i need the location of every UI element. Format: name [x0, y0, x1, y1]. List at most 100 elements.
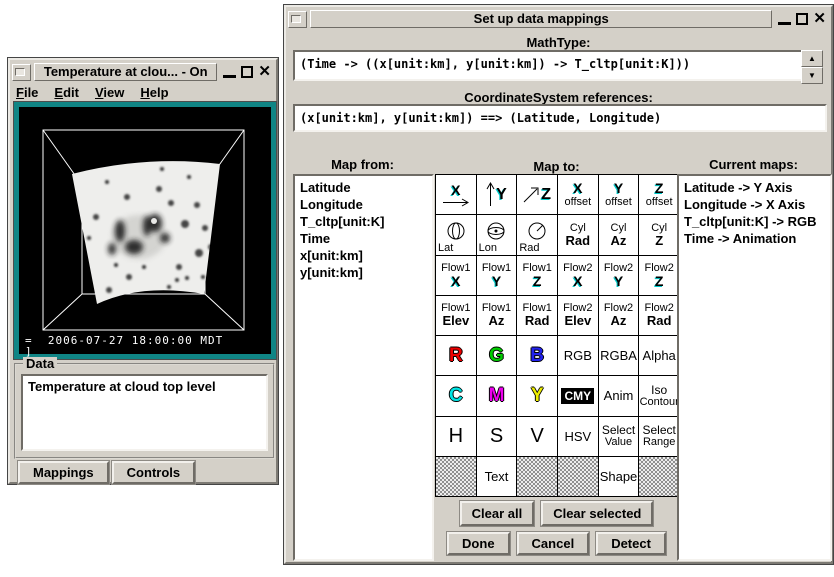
window-menu-icon[interactable]	[12, 64, 31, 81]
action-button-row: Done Cancel Detect	[435, 532, 678, 555]
mapto-cell-disabled	[517, 457, 557, 496]
mapto-cell-rad[interactable]: Rad	[517, 215, 557, 254]
mapto-cell-x[interactable]: X	[436, 175, 476, 214]
mapto-cell-select-range[interactable]: SelectRange	[639, 417, 679, 456]
mathtype-label: MathType:	[286, 35, 831, 50]
window-menu-icon[interactable]	[288, 11, 307, 28]
data-group: Data Temperature at cloud top level	[14, 363, 275, 459]
done-button[interactable]: Done	[447, 532, 510, 555]
map-from-list[interactable]: LatitudeLongitudeT_cltp[unit:K]Timex[uni…	[293, 174, 434, 561]
scroll-down-icon[interactable]: ▼	[801, 67, 823, 84]
mapto-cell-y-offset[interactable]: Yoffset	[599, 175, 639, 214]
mapto-cell-cyl-az[interactable]: CylAz	[599, 215, 639, 254]
mapto-cell-iso-contour[interactable]: IsoContour	[639, 376, 679, 415]
mapto-cell-flow1-x[interactable]: Flow1X	[436, 256, 476, 295]
dialog-titlebar: Set up data mappings ✕	[288, 9, 829, 29]
mapto-cell-z-offset[interactable]: Zoffset	[639, 175, 679, 214]
list-item[interactable]: x[unit:km]	[300, 247, 427, 264]
menu-item-view[interactable]: View	[95, 85, 124, 100]
list-item[interactable]: Time	[300, 230, 427, 247]
mapto-cell-flow2-elev[interactable]: Flow2Elev	[558, 296, 598, 335]
mappings-dialog: Set up data mappings ✕ MathType: (Time -…	[284, 5, 833, 564]
mapto-cell-g[interactable]: G	[477, 336, 517, 375]
list-item[interactable]: y[unit:km]	[300, 264, 427, 281]
close-icon[interactable]: ✕	[258, 64, 271, 80]
mapto-cell-disabled	[558, 457, 598, 496]
dialog-window-controls: ✕	[775, 11, 829, 27]
current-maps-label: Current maps:	[677, 157, 830, 172]
mapto-cell-rgb[interactable]: RGB	[558, 336, 598, 375]
list-item[interactable]: Time -> Animation	[684, 230, 825, 247]
mappings-button[interactable]: Mappings	[18, 461, 109, 484]
mapto-cell-z[interactable]: Z	[517, 175, 557, 214]
mapto-cell-flow2-z[interactable]: Flow2Z	[639, 256, 679, 295]
mapto-cell-text[interactable]: Text	[477, 457, 517, 496]
mapto-cell-flow2-y[interactable]: Flow2Y	[599, 256, 639, 295]
data-group-title: Data	[23, 357, 57, 371]
mapto-cell-y[interactable]: Y	[477, 175, 517, 214]
mapto-cell-flow1-rad[interactable]: Flow1Rad	[517, 296, 557, 335]
mapto-cell-cyl-z[interactable]: CylZ	[639, 215, 679, 254]
cancel-button[interactable]: Cancel	[517, 532, 590, 555]
mapto-cell-cyl-rad[interactable]: CylRad	[558, 215, 598, 254]
current-maps-list[interactable]: Latitude -> Y AxisLongitude -> X AxisT_c…	[677, 174, 832, 561]
3d-view-canvas[interactable]: = 2006-07-27 18:00:00 MDT ]	[14, 102, 276, 359]
desktop: Temperature at clou... - On ✕ File Edit Vi…	[0, 0, 834, 577]
list-item[interactable]: T_cltp[unit:K]	[300, 213, 427, 230]
mapto-cell-anim[interactable]: Anim	[599, 376, 639, 415]
mapto-cell-cmy[interactable]: CMY	[558, 376, 598, 415]
menu-item-edit[interactable]: Edit	[54, 85, 79, 100]
close-icon[interactable]: ✕	[813, 11, 826, 27]
mathtype-field[interactable]: (Time -> ((x[unit:km], y[unit:km]) -> T_…	[293, 50, 803, 81]
mapto-cell-m[interactable]: M	[477, 376, 517, 415]
viewer-buttons: Mappings Controls	[18, 461, 195, 484]
mapto-cell-flow1-az[interactable]: Flow1Az	[477, 296, 517, 335]
mapto-cell-shape[interactable]: Shape	[599, 457, 639, 496]
clear-all-button[interactable]: Clear all	[460, 501, 535, 526]
mapto-cell-r[interactable]: R	[436, 336, 476, 375]
maximize-icon[interactable]	[796, 13, 808, 25]
mapto-cell-flow1-z[interactable]: Flow1Z	[517, 256, 557, 295]
3d-wireframe-plot	[19, 107, 271, 354]
mapto-cell-y[interactable]: Y	[517, 376, 557, 415]
list-item[interactable]: Longitude	[300, 196, 427, 213]
maximize-icon[interactable]	[241, 66, 253, 78]
mapto-cell-lon[interactable]: Lon	[477, 215, 517, 254]
coordsys-label: CoordinateSystem references:	[286, 90, 831, 105]
list-item[interactable]: Latitude -> Y Axis	[684, 179, 825, 196]
mapto-cell-flow1-y[interactable]: Flow1Y	[477, 256, 517, 295]
minimize-icon[interactable]	[778, 22, 791, 25]
mapto-cell-c[interactable]: C	[436, 376, 476, 415]
mapto-cell-s[interactable]: S	[477, 417, 517, 456]
mapto-cell-alpha[interactable]: Alpha	[639, 336, 679, 375]
mapto-cell-b[interactable]: B	[517, 336, 557, 375]
minimize-icon[interactable]	[223, 75, 236, 78]
mapto-cell-x-offset[interactable]: Xoffset	[558, 175, 598, 214]
map-to-label: Map to:	[435, 159, 678, 174]
coordsys-field[interactable]: (x[unit:km], y[unit:km]) ==> (Latitude, …	[293, 104, 827, 132]
scroll-up-icon[interactable]: ▲	[801, 50, 823, 67]
detect-button[interactable]: Detect	[596, 532, 666, 555]
mapto-cell-hsv[interactable]: HSV	[558, 417, 598, 456]
mapto-cell-select-value[interactable]: SelectValue	[599, 417, 639, 456]
map-from-label: Map from:	[293, 157, 432, 172]
list-item[interactable]: Latitude	[300, 179, 427, 196]
mapto-cell-v[interactable]: V	[517, 417, 557, 456]
mapto-cell-disabled	[436, 457, 476, 496]
list-item[interactable]: Longitude -> X Axis	[684, 196, 825, 213]
mapto-cell-h[interactable]: H	[436, 417, 476, 456]
mapto-cell-flow2-az[interactable]: Flow2Az	[599, 296, 639, 335]
mapto-cell-flow2-rad[interactable]: Flow2Rad	[639, 296, 679, 335]
menu-item-file[interactable]: File	[16, 85, 38, 100]
data-description-field[interactable]: Temperature at cloud top level	[21, 374, 268, 451]
menu-item-help[interactable]: Help	[140, 85, 168, 100]
clear-selected-button[interactable]: Clear selected	[541, 501, 653, 526]
mapto-cell-flow1-elev[interactable]: Flow1Elev	[436, 296, 476, 335]
list-item[interactable]: T_cltp[unit:K] -> RGB	[684, 213, 825, 230]
mapto-cell-lat[interactable]: Lat	[436, 215, 476, 254]
viewer-window-title: Temperature at clou... - On	[34, 63, 217, 81]
mapto-cell-rgba[interactable]: RGBA	[599, 336, 639, 375]
viewer-window: Temperature at clou... - On ✕ File Edit Vi…	[8, 58, 278, 484]
mapto-cell-flow2-x[interactable]: Flow2X	[558, 256, 598, 295]
controls-button[interactable]: Controls	[112, 461, 195, 484]
